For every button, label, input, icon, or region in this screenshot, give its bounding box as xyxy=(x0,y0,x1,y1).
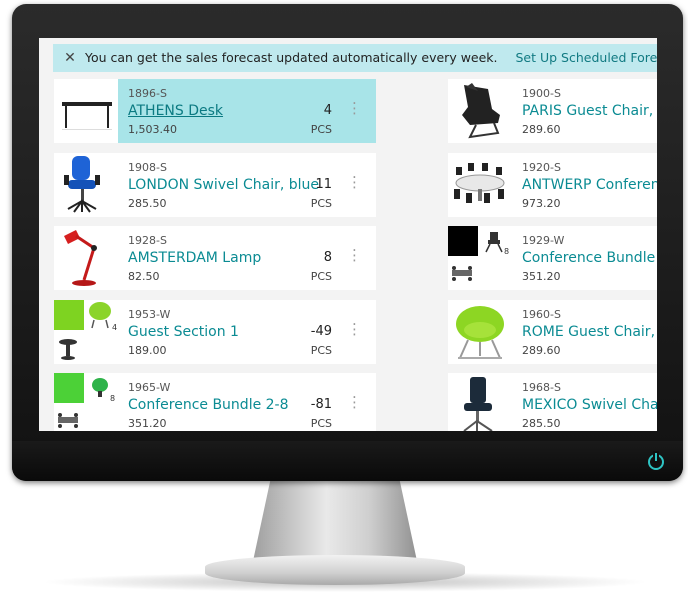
desk-icon xyxy=(62,102,112,130)
item-card-london-chair[interactable]: 1908-S LONDON Swivel Chair, blue 285.50 … xyxy=(54,153,376,217)
item-sku: 1960-S xyxy=(522,308,561,321)
bundle-icon: 8 xyxy=(54,373,115,428)
ellipsis-vertical-icon[interactable]: ⋮ xyxy=(347,395,362,410)
item-sku: 1965-W xyxy=(128,381,171,394)
item-card-guest-section[interactable]: 4 1953-W Guest Section 1 189.00 -49 PCS … xyxy=(54,300,376,364)
item-quantity: 8 xyxy=(323,250,332,265)
item-name-link[interactable]: ATHENS Desk xyxy=(128,103,223,119)
close-icon[interactable]: ✕ xyxy=(59,44,81,72)
conference-table-icon xyxy=(454,163,505,203)
bundle-icon: 8 xyxy=(448,226,509,281)
item-card-paris-chair[interactable]: 1900-S PARIS Guest Chair, bl 289.60 xyxy=(448,79,657,143)
screen: ✕ You can get the sales forecast updated… xyxy=(39,38,657,431)
item-card-amsterdam-lamp[interactable]: 1928-S AMSTERDAM Lamp 82.50 8 PCS ⋮ xyxy=(54,226,376,290)
item-unit: PCS xyxy=(310,417,332,430)
item-sku: 1968-S xyxy=(522,381,561,394)
item-price: 1,503.40 xyxy=(128,123,177,136)
item-price: 82.50 xyxy=(128,270,160,283)
ellipsis-vertical-icon[interactable]: ⋮ xyxy=(347,322,362,337)
bundle-icon: 4 xyxy=(54,300,117,360)
item-price: 189.00 xyxy=(128,344,167,357)
item-thumbnail: 8 xyxy=(448,226,512,290)
item-price: 285.50 xyxy=(128,197,167,210)
svg-text:8: 8 xyxy=(504,247,509,256)
desk-lamp-icon xyxy=(64,230,97,286)
item-sku: 1900-S xyxy=(522,87,561,100)
monitor-chin xyxy=(12,441,683,481)
item-card-athens-desk[interactable]: 1896-S ATHENS Desk 1,503.40 4 PCS ⋮ xyxy=(54,79,376,143)
item-thumbnail xyxy=(54,79,118,143)
item-price: 285.50 xyxy=(522,417,561,430)
svg-text:8: 8 xyxy=(110,394,115,403)
item-price: 351.20 xyxy=(128,417,167,430)
item-quantity: 4 xyxy=(323,103,332,118)
item-sku: 1896-S xyxy=(128,87,167,100)
swivel-chair-blue-icon xyxy=(64,156,100,213)
item-sku: 1908-S xyxy=(128,161,167,174)
item-quantity: -81 xyxy=(310,397,332,412)
item-unit: PCS xyxy=(310,344,332,357)
item-quantity: -49 xyxy=(310,324,332,339)
set-up-forecasting-link[interactable]: Set Up Scheduled Forecasting xyxy=(516,50,658,65)
item-sku: 1928-S xyxy=(128,234,167,247)
item-unit: PCS xyxy=(310,197,332,210)
item-name-link[interactable]: Conference Bundle 2-8 xyxy=(128,397,289,413)
item-unit: PCS xyxy=(310,270,332,283)
item-price: 351.20 xyxy=(522,270,561,283)
item-thumbnail xyxy=(448,373,512,431)
item-name-link[interactable]: MEXICO Swivel Chair, xyxy=(522,397,657,413)
item-name-link[interactable]: ANTWERP Conferenc xyxy=(522,177,657,193)
item-name-link[interactable]: LONDON Swivel Chair, blue xyxy=(128,177,319,193)
item-name-link[interactable]: ROME Guest Chair, g xyxy=(522,324,657,340)
office-chair-black-icon xyxy=(463,377,493,431)
ellipsis-vertical-icon[interactable]: ⋮ xyxy=(347,248,362,263)
svg-text:4: 4 xyxy=(112,323,117,332)
item-name-link[interactable]: Conference Bundle 1 xyxy=(522,250,657,266)
item-thumbnail xyxy=(54,153,118,217)
item-thumbnail xyxy=(448,153,512,217)
item-price: 973.20 xyxy=(522,197,561,210)
item-sku: 1953-W xyxy=(128,308,171,321)
item-card-conference-bundle-2-8[interactable]: 8 1965-W Conference Bundle 2-8 351.20 -8… xyxy=(54,373,376,431)
item-card-antwerp-conference[interactable]: 1920-S ANTWERP Conferenc 973.20 xyxy=(448,153,657,217)
item-thumbnail: 8 xyxy=(54,373,118,431)
power-icon[interactable] xyxy=(648,453,664,470)
item-thumbnail xyxy=(448,79,512,143)
egg-chair-green-icon xyxy=(456,306,504,359)
item-sku: 1929-W xyxy=(522,234,565,247)
item-name-link[interactable]: PARIS Guest Chair, bl xyxy=(522,103,657,119)
armchair-black-icon xyxy=(462,83,500,139)
item-unit: PCS xyxy=(310,123,332,136)
banner-message: You can get the sales forecast updated a… xyxy=(84,50,498,65)
item-card-conference-bundle-1[interactable]: 8 1929-W Conference Bundle 1 351.20 xyxy=(448,226,657,290)
item-sku: 1920-S xyxy=(522,161,561,174)
item-name-link[interactable]: AMSTERDAM Lamp xyxy=(128,250,261,266)
notification-banner: ✕ You can get the sales forecast updated… xyxy=(53,44,657,72)
monitor-base xyxy=(205,555,465,585)
item-thumbnail xyxy=(54,226,118,290)
item-card-mexico-chair[interactable]: 1968-S MEXICO Swivel Chair, 285.50 xyxy=(448,373,657,431)
item-thumbnail: 4 xyxy=(54,300,118,364)
item-price: 289.60 xyxy=(522,344,561,357)
ellipsis-vertical-icon[interactable]: ⋮ xyxy=(347,101,362,116)
ellipsis-vertical-icon[interactable]: ⋮ xyxy=(347,175,362,190)
item-card-rome-chair[interactable]: 1960-S ROME Guest Chair, g 289.60 xyxy=(448,300,657,364)
item-quantity: 11 xyxy=(315,177,332,192)
item-thumbnail xyxy=(448,300,512,364)
item-name-link[interactable]: Guest Section 1 xyxy=(128,324,239,340)
item-price: 289.60 xyxy=(522,123,561,136)
